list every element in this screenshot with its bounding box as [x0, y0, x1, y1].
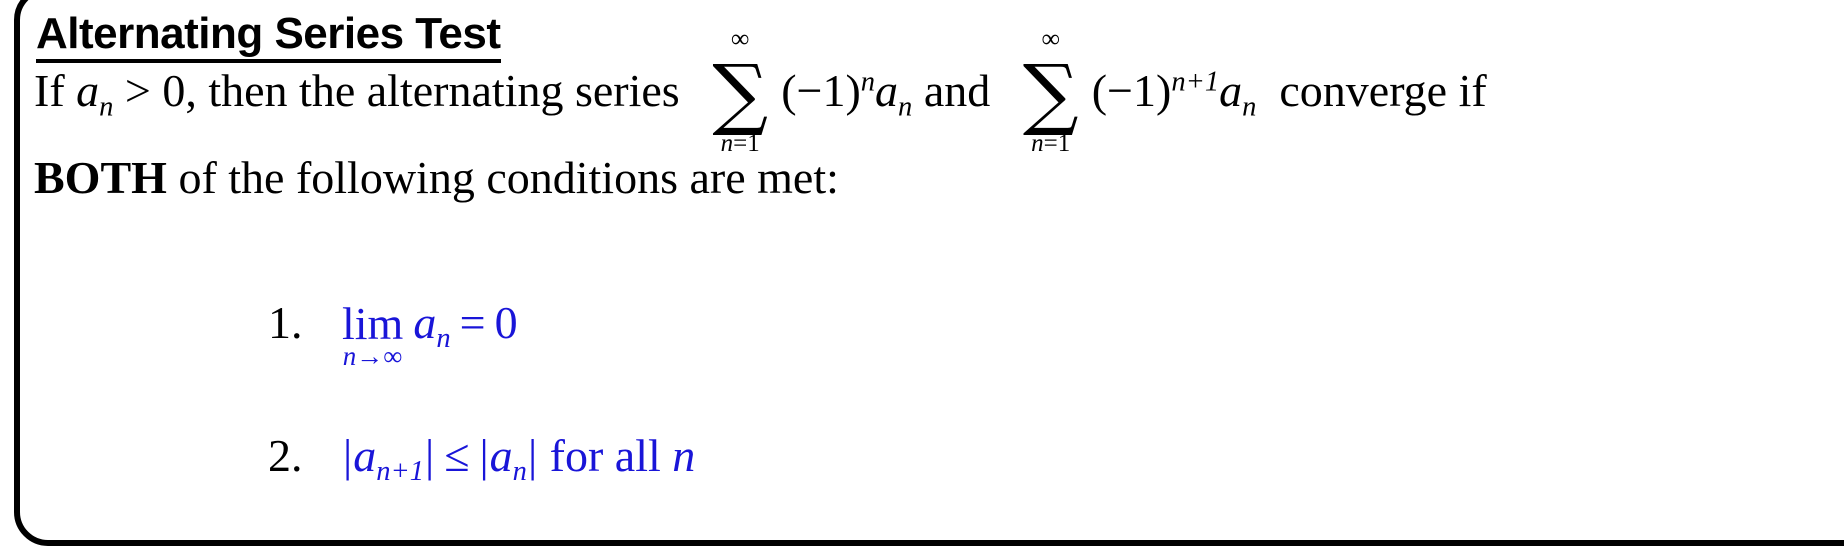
summation-1-upper-limit: ∞ [730, 24, 750, 53]
condition-2-rhs-bar-close: | [527, 430, 538, 481]
condition-item-1: 1. lim n→∞ an = 0 [268, 297, 518, 370]
condition-1-number: 1. [268, 297, 303, 348]
condition-item-2: 2. |an+1| ≤ |an| for all n [268, 433, 695, 487]
condition-1-var-subscript: n [436, 323, 451, 355]
condition-2-lhs-bar-close: | [424, 430, 435, 481]
requirement-emphasis: BOTH [34, 152, 167, 203]
condition-2-rhs-subscript: n [512, 456, 527, 488]
condition-2-qualifier: for all [549, 430, 661, 481]
summation-2-lower-eq: =1 [1043, 130, 1071, 158]
statement-middle: then the alternating series [208, 65, 680, 117]
sigma-icon: ∑ [1022, 49, 1079, 139]
condition-2-relation: ≤ [444, 430, 470, 481]
variable-a-subscript: n [99, 91, 114, 123]
summation-1: ∞ ∑ n=1 [701, 26, 779, 157]
summation-2-lower-limit: n=1 [1012, 131, 1090, 156]
condition-2-qualifier-var: n [672, 430, 696, 481]
summation-2-term-subscript: n [1242, 91, 1257, 123]
requirement-text: of the following conditions are met: [178, 152, 839, 203]
page-title: Alternating Series Test [36, 12, 501, 63]
summation-1-term-subscript: n [898, 91, 913, 123]
limit-operator-subscript: n→∞ [342, 340, 403, 371]
theorem-statement-line-2: BOTH of the following conditions are met… [34, 155, 839, 201]
summation-2-lower-var: n [1031, 130, 1044, 158]
slide-canvas: Alternating Series Test If an > 0, then … [0, 0, 1844, 552]
summation-2-upper-limit: ∞ [1041, 24, 1060, 53]
condition-1-value: 0 [494, 297, 518, 348]
sigma-icon: ∑ [712, 49, 769, 139]
condition-2-formula: |an+1| ≤ |an| for all n [342, 430, 696, 486]
statement-conjunction: and [923, 65, 991, 117]
summation-2: ∞ ∑ n=1 [1012, 26, 1090, 157]
condition-1-relation: = [459, 297, 486, 348]
summation-1-term: a [875, 65, 899, 117]
summation-2-base: (−1) [1091, 65, 1172, 117]
condition-2-rhs-bar-open: | [479, 430, 489, 481]
condition-1-var: a [413, 297, 437, 348]
statement-tail: converge if [1279, 65, 1487, 117]
limit-operator: lim n→∞ [342, 300, 403, 369]
condition-2-lhs-subscript: n+1 [376, 456, 424, 488]
summation-1-exponent: n [860, 66, 876, 98]
summation-1-base: (−1) [781, 65, 861, 117]
summation-2-exponent: n+1 [1171, 66, 1220, 98]
limit-sub-var: n [342, 340, 357, 371]
condition-1-formula: lim n→∞ an = 0 [342, 297, 518, 370]
condition-2-lhs-var: a [353, 430, 377, 481]
statement-lead: If [34, 65, 65, 117]
condition-2-rhs-var: a [489, 430, 513, 481]
limit-sub-arrow: →∞ [356, 340, 403, 371]
variable-a: a [76, 65, 100, 117]
summation-2-term: a [1219, 65, 1243, 117]
theorem-statement-line-1: If an > 0, then the alternating series ∞… [34, 26, 1487, 157]
condition-2-lhs-bar-open: | [343, 430, 353, 481]
greater-than-zero: > 0, [124, 65, 197, 117]
condition-2-number: 2. [268, 430, 303, 481]
